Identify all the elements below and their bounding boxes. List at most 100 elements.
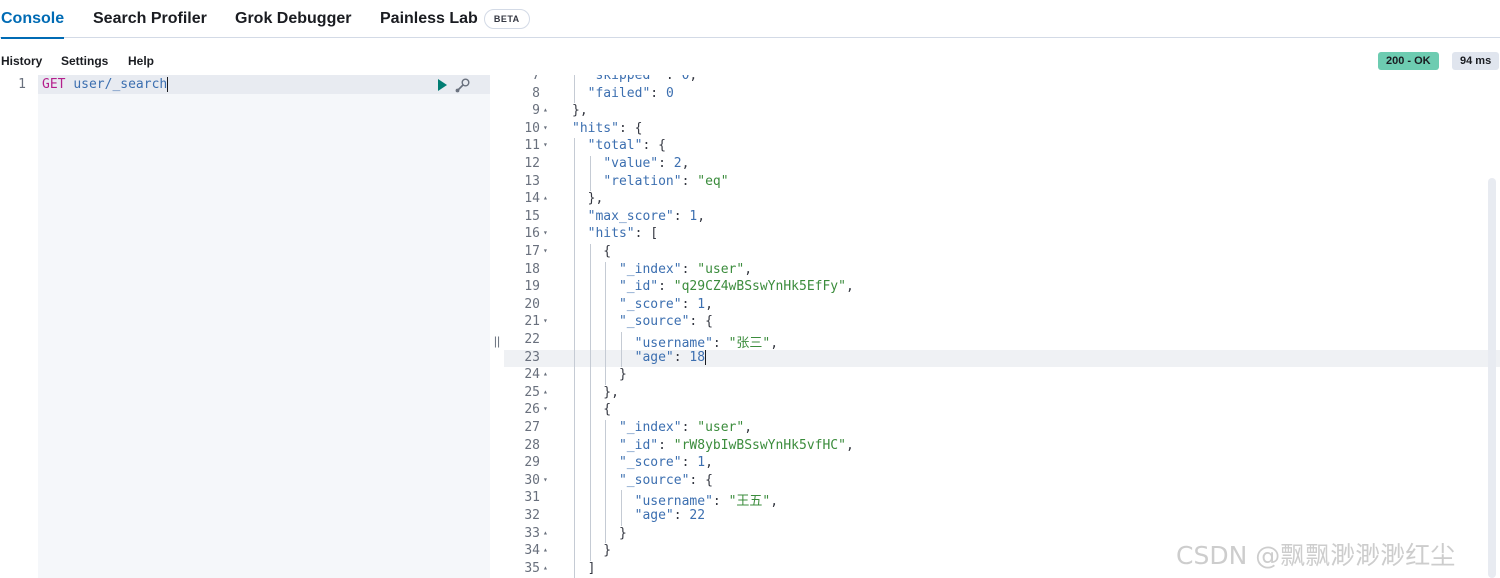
line-number: 12	[524, 156, 540, 171]
response-code: "skipped" : 0,	[587, 75, 698, 83]
line-number: 28	[524, 437, 540, 453]
response-code: "_index": "user",	[618, 261, 753, 277]
response-line: 18 "_index": "user",	[504, 261, 1500, 280]
history-link[interactable]: History	[1, 54, 42, 68]
fold-collapse-icon[interactable]: ▾	[543, 475, 551, 484]
response-code: "username": "王五",	[634, 494, 779, 510]
line-number: 24	[524, 367, 540, 383]
response-code: "_id": "q29CZ4wBSswYnHk5EfFy",	[618, 279, 854, 295]
play-icon[interactable]	[438, 79, 447, 91]
request-method: GET	[42, 77, 66, 92]
fold-expand-icon[interactable]: ▴	[543, 563, 551, 572]
fold-collapse-icon[interactable]: ▾	[543, 228, 551, 237]
response-code: "hits": {	[572, 120, 643, 136]
response-line: 27 "_index": "user",	[504, 420, 1500, 438]
response-code: }	[572, 543, 612, 559]
line-number: 34	[524, 543, 540, 559]
response-code: }	[572, 525, 627, 541]
response-line: 26 ▾ {	[504, 402, 1500, 420]
response-scrollbar[interactable]	[1488, 178, 1496, 578]
fold-expand-icon[interactable]: ▴	[543, 545, 551, 554]
request-body[interactable]: GET user/_search	[38, 75, 490, 578]
pane-resizer[interactable]: ||	[490, 75, 504, 578]
fold-expand-icon[interactable]: ▴	[543, 387, 551, 396]
response-line: 15 "max_score": 1,	[504, 208, 1500, 227]
fold-expand-icon[interactable]: ▴	[543, 105, 551, 114]
response-code: "_index": "user",	[618, 420, 753, 435]
line-number: 25	[524, 384, 540, 400]
response-line: 20 "_score": 1,	[504, 296, 1500, 315]
line-number: 1	[18, 77, 26, 92]
line-number: 9	[532, 103, 540, 119]
response-code: "hits": [	[587, 226, 659, 242]
response-code: "_score": 1,	[618, 296, 713, 312]
fold-collapse-icon[interactable]: ▾	[543, 123, 551, 132]
tab-search-profiler[interactable]: Search Profiler	[93, 0, 207, 38]
tab-painless-lab[interactable]: Painless Lab BETA	[380, 0, 530, 38]
response-code: "_score": 1,	[618, 455, 713, 471]
line-number: 26	[524, 402, 540, 418]
response-line: 7 "skipped" : 0,	[504, 75, 1500, 86]
request-editor[interactable]: 1 GET user/_search	[0, 75, 490, 578]
resize-handle-icon: ||	[493, 333, 501, 348]
fold-collapse-icon[interactable]: ▾	[543, 140, 551, 149]
line-number: 32	[524, 508, 540, 523]
request-line[interactable]: GET user/_search	[42, 77, 169, 92]
fold-collapse-icon[interactable]: ▾	[543, 316, 551, 325]
response-line: 14 ▴ },	[504, 191, 1500, 209]
response-line: 24 ▴ }	[504, 367, 1500, 385]
response-code: "age": 18	[634, 349, 707, 365]
line-number: 13	[524, 173, 540, 189]
line-number: 31	[524, 490, 540, 506]
fold-expand-icon[interactable]: ▴	[543, 193, 551, 202]
tab-painless-lab-label: Painless Lab	[380, 9, 478, 27]
line-number: 19	[524, 279, 540, 295]
response-code: }	[572, 367, 627, 383]
response-code: "age": 22	[634, 508, 706, 523]
response-code: ]	[572, 560, 596, 576]
line-number: 33	[524, 525, 540, 541]
response-line: 32 "age": 22	[504, 508, 1500, 526]
line-number: 20	[524, 296, 540, 312]
response-code: {	[572, 402, 612, 418]
line-number: 16	[524, 226, 540, 242]
help-link[interactable]: Help	[128, 54, 154, 68]
status-badge: 200 - OK	[1378, 52, 1439, 70]
fold-collapse-icon[interactable]: ▾	[543, 404, 551, 413]
response-line: 29 "_score": 1,	[504, 455, 1500, 473]
response-code: "username": "张三",	[634, 336, 779, 351]
response-line: 13 "relation": "eq"	[504, 173, 1500, 192]
tab-grok-debugger[interactable]: Grok Debugger	[235, 0, 351, 38]
fold-expand-icon[interactable]: ▴	[543, 369, 551, 378]
response-line: 19 "_id": "q29CZ4wBSswYnHk5EfFy",	[504, 279, 1500, 297]
wrench-icon[interactable]	[454, 76, 472, 94]
response-line: 10 ▾ "hits": {	[504, 121, 1500, 139]
beta-badge: BETA	[483, 8, 530, 29]
line-number: 29	[524, 455, 540, 471]
line-number: 8	[532, 85, 540, 101]
response-code: "_id": "rW8ybIwBSswYnHk5vfHC",	[618, 437, 854, 453]
line-number: 35	[524, 560, 540, 576]
line-number: 10	[524, 120, 540, 136]
response-line: 28 "_id": "rW8ybIwBSswYnHk5vfHC",	[504, 437, 1500, 456]
response-editor[interactable]: 7 "skipped" : 0, 8 "failed": 0 9 ▴}, 10 ▾ "hit…	[504, 75, 1500, 578]
line-number: 11	[524, 138, 540, 154]
response-line: 16 ▾ "hits": [	[504, 226, 1500, 244]
response-code: "relation": "eq"	[603, 173, 729, 189]
settings-link[interactable]: Settings	[61, 54, 108, 68]
response-code: "total": {	[587, 138, 666, 154]
fold-expand-icon[interactable]: ▴	[543, 528, 551, 537]
response-line: 8 "failed": 0	[504, 85, 1500, 104]
tab-console[interactable]: Console	[1, 0, 65, 39]
line-number: 14	[524, 191, 540, 207]
request-gutter: 1	[0, 75, 38, 578]
response-code: "failed": 0	[587, 85, 674, 101]
response-line: 17 ▾ {	[504, 244, 1500, 262]
text-cursor	[705, 349, 707, 365]
fold-collapse-icon[interactable]: ▾	[543, 246, 551, 255]
line-number: 22	[524, 332, 540, 347]
response-code: "max_score": 1,	[587, 208, 706, 224]
text-cursor	[167, 77, 169, 92]
response-line: 12 "value": 2,	[504, 156, 1500, 174]
line-number: 23	[524, 349, 540, 365]
